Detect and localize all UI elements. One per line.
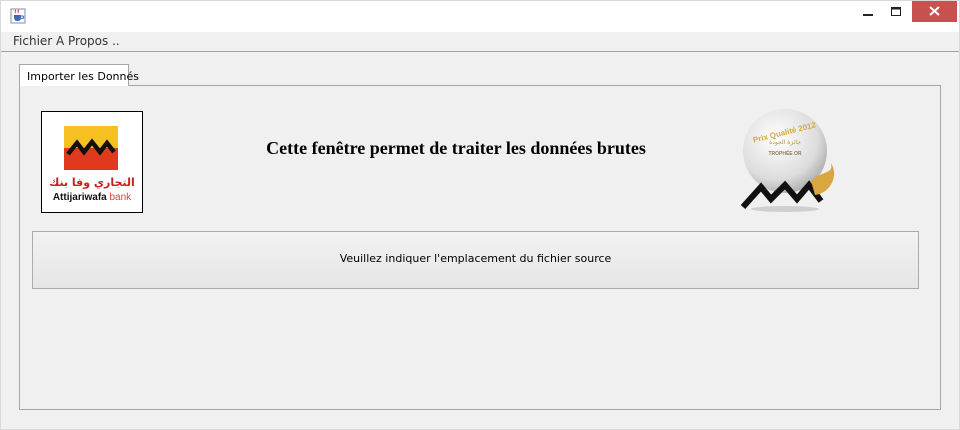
select-source-file-button[interactable]: Veuillez indiquer l'emplacement du fichi… xyxy=(32,231,919,289)
logo-brand-text: Attijariwafa bank xyxy=(42,192,142,203)
logo-mark-icon xyxy=(64,126,118,170)
maximize-button[interactable] xyxy=(882,1,910,22)
award-arabic: جائزة الجودة xyxy=(769,139,801,146)
logo-arabic-text: التجاري وفا بنك xyxy=(49,176,135,189)
menu-fichier[interactable]: Fichier xyxy=(13,34,52,49)
app-window: Fichier A Propos .. Importer les Donnés … xyxy=(0,0,960,430)
attijariwafa-logo: التجاري وفا بنك Attijariwafa bank xyxy=(41,111,143,213)
minimize-button[interactable] xyxy=(854,1,882,22)
menu-a-propos[interactable]: A Propos .. xyxy=(56,34,120,49)
award-trophy-label: TROPHÉE OR xyxy=(768,149,801,157)
menu-bar: Fichier A Propos .. xyxy=(1,32,959,52)
tab-label: Importer les Donnés xyxy=(27,70,139,83)
logo-brand-name: Attijariwafa xyxy=(52,192,107,203)
maximize-icon xyxy=(891,7,901,16)
java-coffee-cup-icon[interactable] xyxy=(10,8,26,24)
logo-brand-suffix: bank xyxy=(109,192,132,203)
close-button[interactable] xyxy=(912,1,957,22)
minimize-icon xyxy=(863,14,873,16)
tab-importer-donnees[interactable]: Importer les Donnés xyxy=(19,64,139,86)
page-title: Cette fenêtre permet de traiter les donn… xyxy=(266,138,646,158)
close-icon xyxy=(929,6,940,16)
award-trophy-icon: Prix Qualité 2012 جائزة الجودة TROPHÉE O… xyxy=(741,109,835,212)
select-source-file-label: Veuillez indiquer l'emplacement du fichi… xyxy=(339,252,612,265)
title-bar[interactable] xyxy=(1,1,959,32)
